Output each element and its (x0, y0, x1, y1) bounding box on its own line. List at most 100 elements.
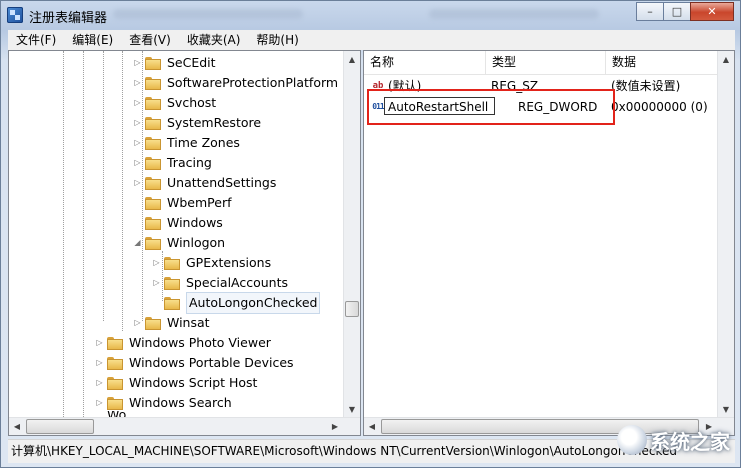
folder-icon (145, 316, 161, 330)
scroll-left-arrow-icon[interactable]: ◀ (364, 418, 380, 434)
tree-item-label: Windows (167, 215, 223, 230)
close-button[interactable]: ✕ (690, 2, 734, 21)
folder-icon (145, 76, 161, 90)
tree-item[interactable]: ▷ Tracing (133, 153, 212, 173)
menu-bar: 文件(F) 编辑(E) 查看(V) 收藏夹(A) 帮助(H) (8, 30, 735, 50)
tree-item[interactable]: ▷ SystemRestore (133, 113, 261, 133)
tree-item-label: Tracing (167, 155, 212, 170)
title-bar[interactable]: 注册表编辑器 – □ ✕ (1, 1, 740, 29)
watermark-text: 系统之家 (650, 429, 730, 454)
tree-item[interactable]: ▷ SpecialAccounts (152, 273, 288, 293)
expand-arrow-icon[interactable]: ▷ (152, 253, 161, 273)
watermark: 系统之家 (617, 425, 730, 455)
tree-item-selected[interactable]: AutoLongonChecked (152, 292, 321, 314)
expand-arrow-icon[interactable]: ▷ (133, 73, 142, 93)
maximize-button[interactable]: □ (663, 2, 691, 21)
tree-item-label: Windows Script Host (129, 375, 258, 390)
tree-item-label: Windows Photo Viewer (129, 335, 271, 350)
rename-input[interactable]: AutoRestartShell (384, 97, 495, 115)
tree-item[interactable]: Windows (133, 213, 223, 233)
tree-item-label: Time Zones (167, 135, 240, 150)
caption-buttons: – □ ✕ (636, 2, 734, 22)
menu-favorites[interactable]: 收藏夹(A) (179, 30, 249, 50)
registry-editor-window: 注册表编辑器 – □ ✕ 文件(F) 编辑(E) 查看(V) 收藏夹(A) 帮助… (0, 0, 741, 468)
scrollbar-thumb[interactable] (26, 419, 94, 434)
tree-item-label: SoftwareProtectionPlatform (167, 75, 339, 90)
expand-arrow-icon[interactable]: ▷ (95, 333, 104, 353)
minimize-button[interactable]: – (636, 2, 664, 21)
tree-item-label: AutoLongonChecked (186, 292, 321, 314)
tree-item[interactable]: ▷ Time Zones (133, 133, 240, 153)
registry-values-pane[interactable]: 名称 类型 数据 ab (默认) REG_SZ (数值未设置) 011 Auto… (363, 50, 735, 436)
scroll-down-arrow-icon[interactable]: ▼ (718, 401, 734, 417)
folder-icon (164, 296, 180, 310)
tree-vertical-scrollbar[interactable]: ▲ ▼ (343, 51, 360, 417)
tree-item[interactable]: ▷ Windows Script Host (95, 373, 257, 393)
tree-item[interactable]: ▷ Windows Photo Viewer (95, 333, 271, 353)
scroll-down-arrow-icon[interactable]: ▼ (344, 401, 360, 417)
tree-item[interactable]: ▷ UnattendSettings (133, 173, 276, 193)
folder-icon (145, 116, 161, 130)
tree-item-label: Winlogon (167, 235, 226, 250)
list-item[interactable]: 011 AutoRestartShell REG_DWORD 0x0000000… (364, 97, 719, 117)
column-header-name[interactable]: 名称 (364, 51, 486, 74)
expand-arrow-icon[interactable]: ▷ (133, 133, 142, 153)
expand-arrow-icon (152, 293, 161, 313)
tree-guide-line (122, 51, 123, 331)
tree-item[interactable]: ▷ Windows Search (95, 393, 231, 413)
collapse-arrow-icon[interactable]: ◢ (133, 233, 142, 253)
tree-item[interactable]: ▷ Windows Portable Devices (95, 353, 294, 373)
menu-view[interactable]: 查看(V) (121, 30, 179, 50)
tree-item-label: SystemRestore (167, 115, 262, 130)
folder-icon (145, 96, 161, 110)
list-vertical-scrollbar[interactable]: ▲ ▼ (717, 51, 734, 417)
folder-icon (145, 156, 161, 170)
value-data: (数值未设置) (611, 79, 681, 93)
scroll-right-arrow-icon[interactable]: ▶ (327, 418, 343, 434)
tree-horizontal-scrollbar[interactable]: ◀ ▶ (9, 417, 360, 435)
folder-open-icon (145, 236, 161, 250)
list-item[interactable]: ab (默认) REG_SZ (数值未设置) (364, 76, 719, 96)
column-header-type[interactable]: 类型 (486, 51, 606, 74)
expand-arrow-icon[interactable]: ▷ (95, 353, 104, 373)
expand-arrow-icon[interactable]: ▷ (133, 153, 142, 173)
tree-item[interactable]: ▷ GPExtensions (152, 253, 271, 273)
expand-arrow-icon (133, 193, 142, 213)
menu-help[interactable]: 帮助(H) (248, 30, 306, 50)
folder-icon (145, 136, 161, 150)
tree-item[interactable]: ▷ SeCEdit (133, 53, 216, 73)
scrollbar-thumb[interactable] (345, 301, 359, 317)
tree-item[interactable]: ◢ Winlogon (133, 233, 225, 253)
scroll-left-arrow-icon[interactable]: ◀ (9, 418, 25, 434)
tree-item-label: SeCEdit (167, 55, 216, 70)
expand-arrow-icon[interactable]: ▷ (133, 313, 142, 333)
list-header: 名称 类型 数据 (364, 51, 719, 75)
column-header-data[interactable]: 数据 (606, 51, 719, 74)
expand-arrow-icon[interactable]: ▷ (95, 373, 104, 393)
menu-file[interactable]: 文件(F) (8, 30, 64, 50)
tree-item-label: Windows Portable Devices (129, 355, 294, 370)
expand-arrow-icon[interactable]: ▷ (152, 273, 161, 293)
string-value-icon: ab (372, 81, 384, 91)
tree-item-label: Svchost (167, 95, 217, 110)
tree-guide-line (83, 51, 84, 417)
scroll-up-arrow-icon[interactable]: ▲ (718, 51, 734, 67)
expand-arrow-icon[interactable]: ▷ (133, 173, 142, 193)
tree-item[interactable]: ▷ Svchost (133, 93, 216, 113)
folder-icon (145, 176, 161, 190)
scroll-up-arrow-icon[interactable]: ▲ (344, 51, 360, 67)
tree-item[interactable]: ▷ Winsat (133, 313, 209, 333)
tree-guide-line (103, 51, 104, 321)
registry-tree-pane[interactable]: ▷ SeCEdit ▷ SoftwareProtectionPlatform ▷… (8, 50, 361, 436)
expand-arrow-icon[interactable]: ▷ (95, 393, 104, 413)
expand-arrow-icon (133, 213, 142, 233)
expand-arrow-icon[interactable]: ▷ (133, 113, 142, 133)
folder-icon (164, 256, 180, 270)
expand-arrow-icon[interactable]: ▷ (133, 53, 142, 73)
folder-icon (107, 396, 123, 410)
tree-item[interactable]: WbemPerf (133, 193, 231, 213)
expand-arrow-icon[interactable]: ▷ (133, 93, 142, 113)
folder-icon (164, 276, 180, 290)
tree-item[interactable]: ▷ SoftwareProtectionPlatform (133, 73, 338, 93)
menu-edit[interactable]: 编辑(E) (64, 30, 121, 50)
